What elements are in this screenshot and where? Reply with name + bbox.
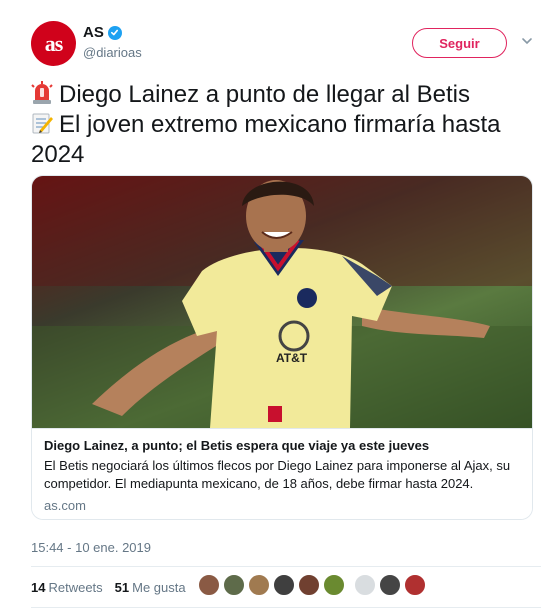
card-domain[interactable]: as.com — [44, 497, 522, 515]
account-name-row[interactable]: AS — [83, 24, 122, 41]
tweet-timestamp[interactable]: 15:44 - 10 ene. 2019 — [31, 540, 151, 555]
account-name[interactable]: AS — [83, 24, 104, 41]
retweets-count: 14 — [31, 579, 46, 595]
tweet-header: as AS @diarioas Seguir — [31, 20, 541, 70]
retweets-stat[interactable]: 14 Retweets — [31, 580, 103, 595]
divider-top — [31, 566, 541, 567]
link-card[interactable]: AT&T Diego Lainez, a punto; el Betis esp… — [31, 175, 533, 520]
liker-avatar[interactable] — [198, 574, 220, 596]
tweet-line-2: El joven extremo mexicano firmaría hasta — [31, 110, 541, 140]
liker-avatar[interactable] — [248, 574, 270, 596]
liker-avatar[interactable] — [323, 574, 345, 596]
likes-stat[interactable]: 51 Me gusta — [115, 580, 186, 595]
liker-avatars — [198, 574, 429, 596]
avatar-logo-text: as — [44, 30, 64, 56]
rotating-light-icon — [31, 81, 53, 105]
tweet-line-1: Diego Lainez a punto de llegar al Betis — [31, 80, 541, 110]
shirt-sponsor-text: AT&T — [276, 351, 308, 365]
card-description: El Betis negociará los últimos flecos po… — [44, 458, 511, 491]
chevron-down-icon[interactable] — [521, 34, 533, 46]
tweet-stats: 14 Retweets 51 Me gusta — [31, 575, 198, 599]
tweet-text: Diego Lainez a punto de llegar al Betis … — [31, 80, 541, 170]
card-body[interactable]: Diego Lainez, a punto; el Betis espera q… — [32, 428, 532, 519]
card-image[interactable]: AT&T — [32, 176, 532, 428]
card-title[interactable]: Diego Lainez, a punto; el Betis espera q… — [44, 437, 522, 455]
divider-bottom — [31, 607, 541, 608]
memo-icon — [31, 111, 53, 135]
tweet-line-2-text: El joven extremo mexicano firmaría hasta — [59, 111, 501, 138]
liker-avatar[interactable] — [298, 574, 320, 596]
follow-button[interactable]: Seguir — [412, 28, 507, 58]
account-handle[interactable]: @diarioas — [83, 45, 142, 60]
verified-badge-icon — [107, 25, 122, 40]
tweet-line-1-text: Diego Lainez a punto de llegar al Betis — [59, 81, 470, 108]
liker-avatar[interactable] — [354, 574, 376, 596]
likes-label: Me gusta — [132, 579, 186, 595]
liker-avatar[interactable] — [273, 574, 295, 596]
likes-count: 51 — [114, 579, 130, 595]
liker-avatar[interactable] — [223, 574, 245, 596]
account-avatar[interactable]: as — [31, 21, 76, 66]
liker-avatar[interactable] — [404, 574, 426, 596]
tweet-line-3: 2024 — [31, 141, 85, 168]
retweets-label: Retweets — [48, 579, 103, 595]
liker-avatar[interactable] — [379, 574, 401, 596]
